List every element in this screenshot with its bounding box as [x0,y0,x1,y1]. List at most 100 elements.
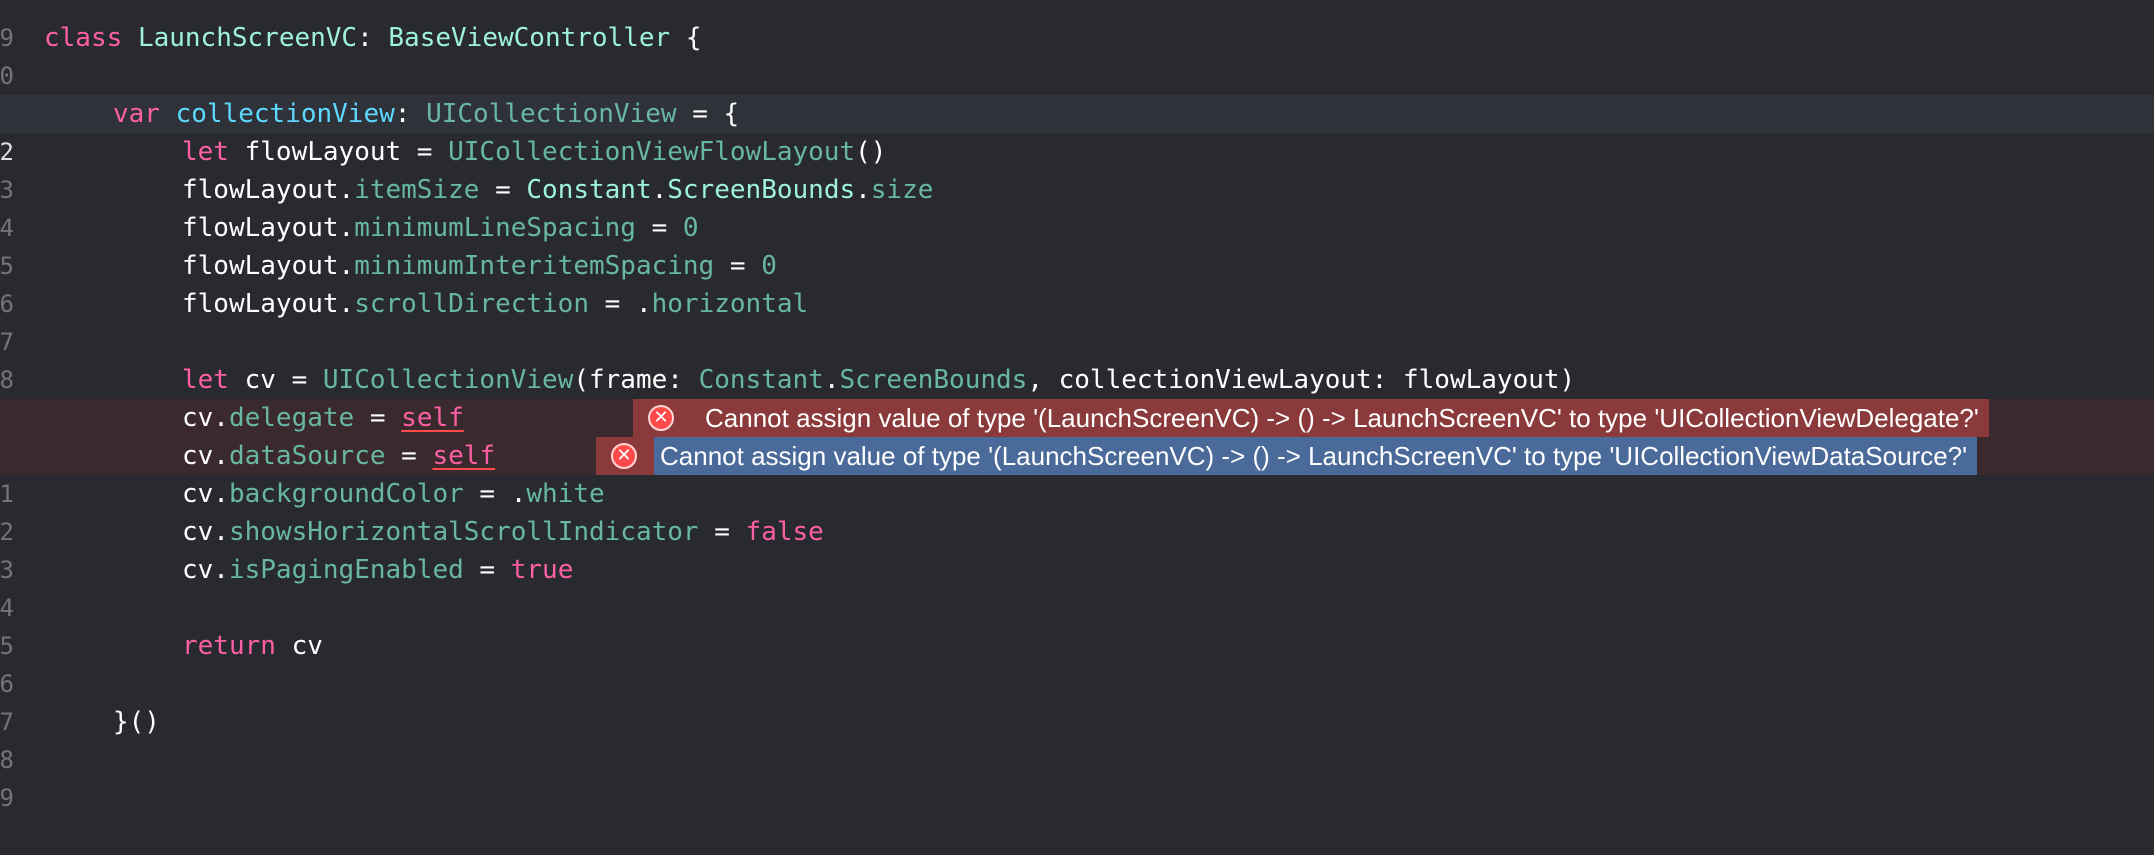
punctuation: () [855,137,887,167]
operator: = [463,555,511,585]
operator: = [698,517,746,547]
property: size [870,175,934,205]
operator: = . [589,289,652,319]
property: scrollDirection [354,289,589,319]
punctuation: . [855,175,871,205]
code-line[interactable]: 7 [0,665,2154,736]
code-text: cv.backgroundColor = .white [182,475,605,513]
code-editor[interactable]: 9 0 class LaunchScreenVC: BaseViewContro… [0,0,2154,812]
punctuation: { [670,23,702,53]
code-text: var collectionView: UICollectionView = { [113,95,739,133]
type-name: UICollectionViewFlowLayout [448,137,856,167]
keyword: self [401,403,464,433]
code-line[interactable]: 7 flowLayout.scrollDirection = .horizont… [0,285,2154,356]
number-literal: 0 [682,213,699,243]
enum-case: white [526,479,605,509]
current-code-line[interactable]: 2 var collectionView: UICollectionView =… [0,95,2154,166]
code-text: }() [113,703,160,741]
issue-banner-datasource[interactable]: ✕ Cannot assign value of type '(LaunchSc… [596,437,2154,475]
line-number: 9 [0,784,14,812]
error-badge[interactable]: ✕ [596,437,654,475]
punctuation: }() [113,707,160,737]
code-line[interactable]: 6 return cv [0,627,2154,698]
code-text: flowLayout.minimumLineSpacing = 0 [182,209,699,247]
identifier: cv = [228,365,323,395]
punctuation: . [651,175,668,205]
number-literal: 0 [761,251,777,281]
code-line[interactable]: 4 flowLayout.itemSize = Constant.ScreenB… [0,171,2154,242]
code-line[interactable]: 4 cv.isPagingEnabled = true [0,551,2154,622]
class-name: LaunchScreenVC [137,23,358,53]
keyword: var [113,99,160,129]
code-line[interactable]: 0 class LaunchScreenVC: BaseViewControll… [0,19,2154,90]
code-line[interactable]: 9 let cv = UICollectionView(frame: Const… [0,361,2154,432]
property: itemSize [354,175,480,205]
argument-label: (frame: [573,365,699,395]
property: ScreenBounds [667,175,856,205]
code-text: cv.isPagingEnabled = true [182,551,573,589]
code-line[interactable]: 8 }() [0,703,2154,774]
keyword: self [432,441,496,471]
code-line[interactable]: 6 flowLayout.minimumInteritemSpacing = 0 [0,247,2154,318]
code-text: flowLayout.minimumInteritemSpacing = 0 [182,247,777,285]
code-text: cv.delegate = self [182,399,464,437]
enum-case: horizontal [651,289,809,319]
identifier: flowLayout. [182,175,355,205]
identifier: cv. [182,479,229,509]
code-text: let cv = UICollectionView(frame: Constan… [182,361,1575,399]
type-name: Constant [526,175,652,205]
property: showsHorizontalScrollIndicator [228,517,699,547]
error-icon: ✕ [648,405,674,431]
keyword: false [745,517,824,547]
property: minimumInteritemSpacing [354,251,715,281]
operator: = [635,213,683,243]
punctuation: : [357,23,373,53]
property: delegate [228,403,355,433]
code-text: return cv [182,627,323,665]
code-line[interactable]: 5 flowLayout.minimumLineSpacing = 0 [0,209,2154,280]
punctuation: . [823,365,840,395]
type-name: UICollectionView [322,365,574,395]
property-name: collectionView [175,99,395,129]
code-text: cv.showsHorizontalScrollIndicator = fals… [182,513,824,551]
identifier: cv. [182,403,229,433]
code-line[interactable]: 3 let flowLayout = UICollectionViewFlowL… [0,133,2154,204]
code-line[interactable]: 9 [0,0,2154,52]
code-line[interactable]: 9 [0,741,2154,812]
code-line[interactable]: 8 [0,323,2154,394]
punctuation: = { [676,99,740,129]
operator: = [385,441,433,471]
property: dataSource [228,441,386,471]
issue-message: Cannot assign value of type '(LaunchScre… [691,399,1989,437]
keyword: return [182,631,276,661]
code-text: let flowLayout = UICollectionViewFlowLay… [182,133,886,171]
punctuation: : [394,99,411,129]
identifier: flowLayout. [182,289,355,319]
superclass-name: BaseViewController [388,23,671,53]
code-text: cv.dataSource = self [182,437,495,475]
issue-banner-delegate[interactable]: ✕ Cannot assign value of type '(LaunchSc… [633,399,2154,437]
operator: = [714,251,762,281]
identifier: cv [275,631,323,661]
code-line[interactable]: 1 [0,57,2154,128]
code-line[interactable]: 3 cv.showsHorizontalScrollIndicator = fa… [0,513,2154,584]
identifier: cv. [182,517,229,547]
identifier: cv. [182,555,229,585]
property: ScreenBounds [839,365,1028,395]
operator: = [479,175,527,205]
operator: = . [463,479,527,509]
keyword: true [510,555,574,585]
property: minimumLineSpacing [354,213,636,243]
code-text: class LaunchScreenVC: BaseViewController… [44,19,701,57]
identifier: flowLayout. [182,251,355,281]
code-line[interactable]: 5 [0,589,2154,660]
operator: = [354,403,402,433]
argument-label: , collectionViewLayout: flowLayout) [1027,365,1576,395]
code-line[interactable]: 2 cv.backgroundColor = .white [0,475,2154,546]
identifier: flowLayout. [182,213,355,243]
property: backgroundColor [228,479,464,509]
issue-message: Cannot assign value of type '(LaunchScre… [654,437,1978,475]
keyword: let [182,137,229,167]
error-badge[interactable]: ✕ [633,399,691,437]
type-name: Constant [698,365,824,395]
